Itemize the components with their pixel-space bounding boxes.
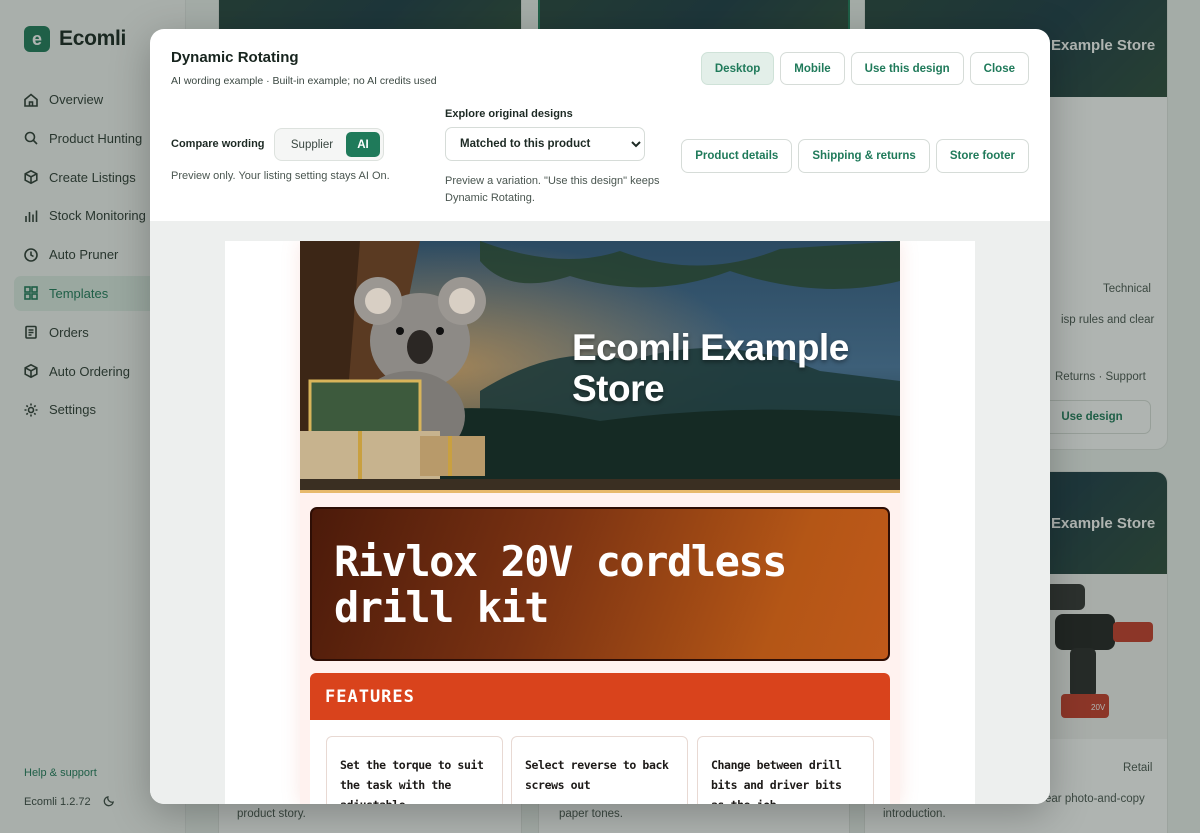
product-details-button[interactable]: Product details: [681, 139, 793, 173]
explore-designs-label: Explore original designs: [445, 108, 573, 120]
explore-note: Preview a variation. "Use this design" k…: [445, 175, 660, 204]
feature-text: Set the torque to suit the task with the…: [340, 758, 484, 804]
store-name: Ecomli Example Store: [572, 327, 849, 409]
preview-canvas: Ecomli Example Store Rivlox 20V cordless…: [225, 241, 975, 804]
compare-note: Preview only. Your listing setting stays…: [171, 170, 390, 182]
modal-subtitle: AI wording example · Built-in example; n…: [171, 75, 437, 87]
compare-wording-label: Compare wording: [171, 138, 265, 150]
desktop-view-button[interactable]: Desktop: [700, 52, 775, 85]
features-list: Set the torque to suit the task with the…: [310, 720, 890, 804]
features-header: FEATURES: [310, 673, 890, 720]
modal-title: Dynamic Rotating: [171, 49, 299, 66]
mobile-view-button[interactable]: Mobile: [780, 52, 845, 85]
feature-card: Change between drill bits and driver bit…: [697, 736, 874, 804]
features-heading: FEATURES: [325, 687, 415, 707]
use-this-design-button[interactable]: Use this design: [850, 52, 964, 85]
close-button[interactable]: Close: [969, 52, 1029, 85]
wording-toggle: Supplier AI: [274, 128, 384, 161]
store-footer-button[interactable]: Store footer: [935, 139, 1029, 173]
design-variation-select[interactable]: Matched to this product: [445, 127, 645, 161]
product-title: Rivlox 20V cordless drill kit: [334, 537, 787, 632]
feature-card: Set the torque to suit the task with the…: [326, 736, 503, 804]
feature-text: Select reverse to back screws out: [525, 758, 669, 792]
feature-text: Change between drill bits and driver bit…: [711, 758, 842, 804]
product-title-box: Rivlox 20V cordless drill kit: [310, 507, 890, 661]
ai-option[interactable]: AI: [346, 132, 380, 157]
shipping-returns-button[interactable]: Shipping & returns: [798, 139, 930, 173]
supplier-option[interactable]: Supplier: [278, 132, 346, 157]
listing-template: Ecomli Example Store Rivlox 20V cordless…: [300, 241, 900, 804]
preview-area[interactable]: Ecomli Example Store Rivlox 20V cordless…: [150, 221, 1050, 804]
template-preview-modal: Dynamic Rotating AI wording example · Bu…: [150, 29, 1050, 804]
store-banner: Ecomli Example Store: [300, 241, 900, 493]
modal-top-actions: Desktop Mobile Use this design Close: [700, 52, 1029, 85]
feature-card: Select reverse to back screws out: [511, 736, 688, 804]
section-buttons: Product details Shipping & returns Store…: [681, 139, 1029, 173]
